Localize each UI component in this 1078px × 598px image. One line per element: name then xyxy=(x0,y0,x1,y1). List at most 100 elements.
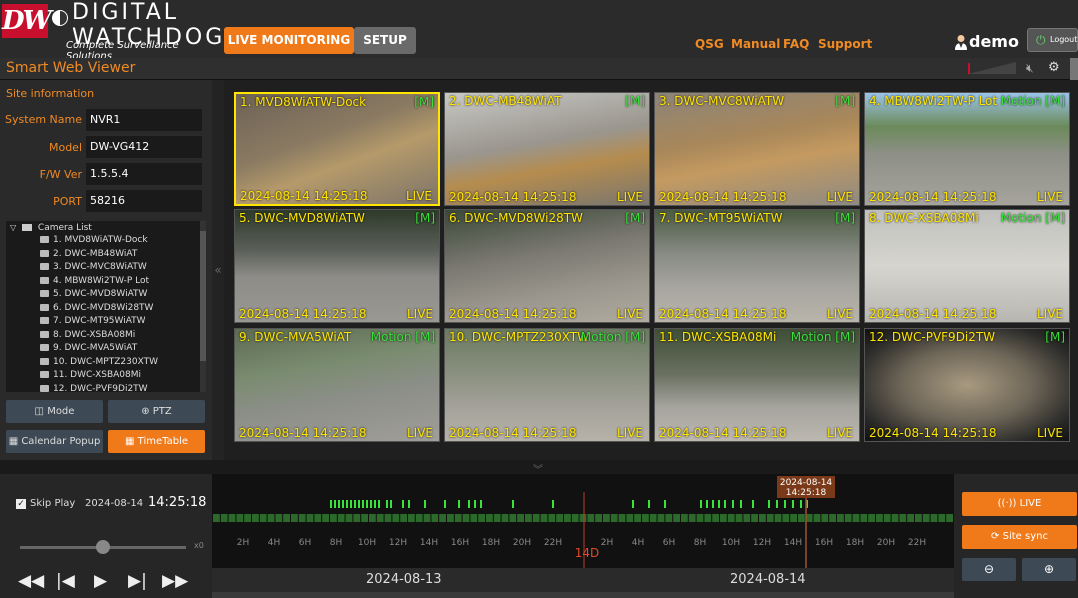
timeline-tick xyxy=(921,514,923,522)
camera-tile-status: LIVE xyxy=(826,190,853,204)
camera-list-item[interactable]: 11. DWC-XSBA08Mi xyxy=(40,370,141,380)
timeline-tick xyxy=(399,514,401,522)
calendar-label: Calendar Popup xyxy=(21,436,101,447)
logout-button[interactable]: ⏻ Logout xyxy=(1027,28,1078,52)
motion-marker xyxy=(350,500,352,508)
camera-tile[interactable]: 1. MVD8WiATW-Dock [M] 2024-08-14 14:25:18 L… xyxy=(234,92,440,206)
camera-list-item[interactable]: 8. DWC-XSBA08Mi xyxy=(40,330,135,340)
fast-forward-icon[interactable]: ▶▶ xyxy=(162,571,188,591)
live-button[interactable]: ((·)) LIVE xyxy=(962,492,1077,516)
motion-marker xyxy=(390,500,392,508)
camera-list-item[interactable]: 3. DWC-MVC8WiATW xyxy=(40,262,147,272)
camera-list-item[interactable]: 4. MBW8Wi2TW-P Lot xyxy=(40,276,149,286)
camera-list-item[interactable]: 1. MVD8WiATW-Dock xyxy=(40,235,148,245)
camera-list-item[interactable]: 9. DWC-MVA5WiAT xyxy=(40,343,137,353)
timeline-tick xyxy=(641,514,642,522)
camera-tile-flags: Motion [M] xyxy=(580,330,645,344)
camera-tile[interactable]: 4. MBW8Wi2TW-P Lot Motion [M] 2024-08-14 1… xyxy=(864,92,1070,206)
motion-marker xyxy=(342,500,344,508)
camera-tile[interactable]: 2. DWC-MB48WiAT [M] 2024-08-14 14:25:18 LIV… xyxy=(444,92,650,206)
nav-live-monitoring[interactable]: LIVE MONITORING xyxy=(224,27,354,54)
camera-tile-timestamp: 2024-08-14 14:25:18 xyxy=(659,426,787,440)
scroll-thumb[interactable] xyxy=(200,231,206,361)
timeline-tick xyxy=(602,514,603,522)
camera-tile[interactable]: 12. DWC-PVF9Di2TW [M] 2024-08-14 14:25:18 L… xyxy=(864,328,1070,442)
camera-tile[interactable]: 10. DWC-MPTZ230XTW Motion [M] 2024-08-14 1… xyxy=(444,328,650,442)
motion-marker xyxy=(458,500,460,508)
gear-icon[interactable]: ⚙ xyxy=(1048,60,1060,75)
timeline-tick xyxy=(446,514,447,522)
camera-tile[interactable]: 11. DWC-XSBA08Mi Motion [M] 2024-08-14 14:… xyxy=(654,328,860,442)
camera-tile-status: LIVE xyxy=(406,307,433,321)
camera-tile-name: 8. DWC-XSBA08Mi xyxy=(869,211,979,225)
zoom-in-button[interactable]: ⊕ xyxy=(1022,558,1076,581)
motion-marker xyxy=(632,500,634,508)
expand-arrow-icon[interactable]: ▽ xyxy=(10,223,16,232)
skip-play-checkbox[interactable]: ✓ xyxy=(16,499,26,509)
camera-icon xyxy=(40,357,49,365)
timeline[interactable]: 2H 4H 6H 8H 10H 12H 14H 16H 18H 20H 22H 2H 4H 6H 8H 10H… xyxy=(212,474,954,598)
camera-icon xyxy=(40,317,49,324)
camera-list-item[interactable]: 12. DWC-PVF9Di2TW xyxy=(40,384,148,392)
camera-tile[interactable]: 6. DWC-MVD8Wi28TW [M] 2024-08-14 14:25:18 L… xyxy=(444,209,650,323)
camera-list-item[interactable]: 10. DWC-MPTZ230XTW xyxy=(40,357,158,367)
camera-list-heading[interactable]: ▽ Camera List xyxy=(10,223,92,233)
camera-list-item[interactable]: 6. DWC-MVD8Wi28TW xyxy=(40,303,153,313)
link-faq[interactable]: FAQ xyxy=(783,37,809,51)
timeline-scrollbar[interactable] xyxy=(212,592,954,598)
fast-rewind-icon[interactable]: ◀◀ xyxy=(18,571,44,591)
play-icon[interactable]: ▶ xyxy=(94,571,107,591)
camera-list-item[interactable]: 2. DWC-MB48WiAT xyxy=(40,249,137,259)
scroll-handle[interactable] xyxy=(1070,58,1078,80)
motion-marker xyxy=(480,500,482,508)
camera-list-item-label: 7. DWC-MT95WiATW xyxy=(53,316,146,326)
day-label-1[interactable]: 2024-08-13 xyxy=(366,572,442,587)
camera-list-title: Camera List xyxy=(37,223,92,233)
timeline-graph[interactable]: 2H 4H 6H 8H 10H 12H 14H 16H 18H 20H 22H 2H 4H 6H 8H 10H… xyxy=(212,474,954,568)
camera-tile[interactable]: 3. DWC-MVC8WiATW [M] 2024-08-14 14:25:18 LI… xyxy=(654,92,860,206)
speed-slider-knob[interactable] xyxy=(96,540,110,554)
volume-slider[interactable] xyxy=(968,62,1016,74)
link-qsg[interactable]: QSG xyxy=(695,37,724,51)
camera-tile-timestamp: 2024-08-14 14:25:18 xyxy=(239,307,367,321)
camera-tile[interactable]: 5. DWC-MVD8WiATW [M] 2024-08-14 14:25:18 LI… xyxy=(234,209,440,323)
camera-list-item-label: 10. DWC-MPTZ230XTW xyxy=(53,356,158,367)
speaker-mute-icon[interactable]: 🔇︎ xyxy=(1026,61,1034,76)
camera-tile-name: 6. DWC-MVD8Wi28TW xyxy=(449,211,583,225)
camera-tile[interactable]: 9. DWC-MVA5WiAT Motion [M] 2024-08-14 14:2… xyxy=(234,328,440,442)
camera-tile-timestamp: 2024-08-14 14:25:18 xyxy=(240,189,368,203)
motion-marker xyxy=(370,500,372,508)
ptz-button[interactable]: ⊕ PTZ xyxy=(108,400,205,423)
collapse-left-icon[interactable]: « xyxy=(212,80,224,460)
nav-setup[interactable]: SETUP xyxy=(354,27,416,54)
hour-label: 16H xyxy=(815,538,833,548)
system-name-label: System Name xyxy=(5,113,82,126)
timeline-tick xyxy=(422,514,424,522)
link-manual[interactable]: Manual xyxy=(731,37,780,51)
timeline-tick xyxy=(929,514,931,522)
camera-list-item[interactable]: 7. DWC-MT95WiATW xyxy=(40,316,146,326)
camera-tile-status: LIVE xyxy=(1036,190,1063,204)
zoom-out-button[interactable]: ⊖ xyxy=(962,558,1016,581)
link-support[interactable]: Support xyxy=(818,37,872,51)
step-back-icon[interactable]: |◀ xyxy=(56,571,75,591)
camera-tile[interactable]: 8. DWC-XSBA08Mi Motion [M] 2024-08-14 14:2… xyxy=(864,209,1070,323)
day-label-2[interactable]: 2024-08-14 xyxy=(730,572,806,587)
camera-tile[interactable]: 7. DWC-MT95WiATW [M] 2024-08-14 14:25:18 LI… xyxy=(654,209,860,323)
camera-list-scrollbar[interactable] xyxy=(200,221,206,392)
mode-button[interactable]: ◫ Mode xyxy=(6,400,103,423)
recording-track xyxy=(212,514,954,522)
site-sync-button[interactable]: ⟳ Site sync xyxy=(962,525,1077,549)
timeline-tick xyxy=(937,514,939,522)
timeline-tick xyxy=(594,514,596,522)
step-forward-icon[interactable]: ▶| xyxy=(128,571,147,591)
calendar-popup-button[interactable]: ▦ Calendar Popup xyxy=(6,430,103,453)
camera-list-item-label: 8. DWC-XSBA08Mi xyxy=(53,329,136,340)
timetable-button[interactable]: ▦ TimeTable xyxy=(108,430,205,453)
camera-tile-flags: Motion [M] xyxy=(1000,94,1065,108)
timeline-tick xyxy=(414,514,416,522)
motion-marker xyxy=(444,500,446,508)
camera-tile-status: LIVE xyxy=(826,307,853,321)
right-controls: ((·)) LIVE ⟳ Site sync ⊖ ⊕ xyxy=(954,474,1078,598)
camera-list-item[interactable]: 5. DWC-MVD8WiATW xyxy=(40,289,147,299)
